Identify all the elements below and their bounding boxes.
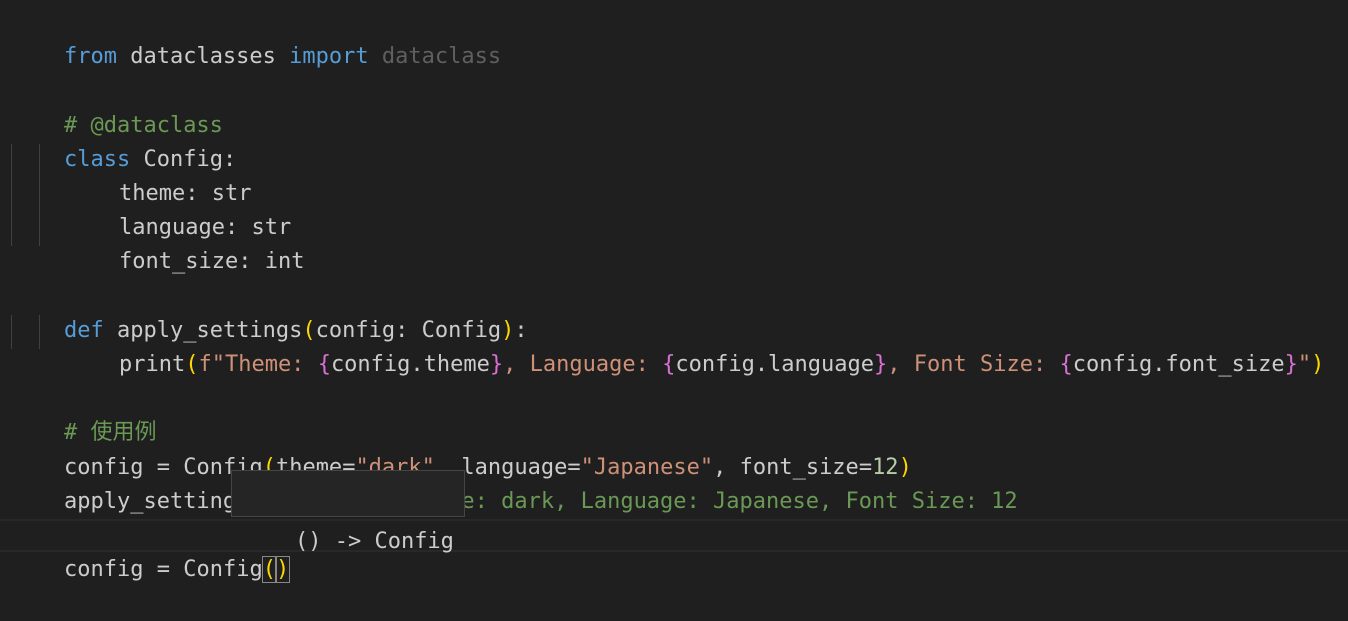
code-line[interactable]: print(f"Theme: {config.theme}, Language:…: [66, 314, 1324, 377]
string-token: f"Theme:: [198, 352, 318, 377]
comment-token: # Theme: dark, Language: Japanese, Font …: [381, 489, 1018, 514]
type-token: int: [264, 249, 305, 274]
bracket-token: }: [489, 352, 504, 377]
code-line[interactable]: from dataclasses import dataclass: [11, 6, 501, 69]
code-line[interactable]: theme: str: [66, 143, 251, 206]
unused-import-token: dataclass: [381, 44, 502, 69]
bracket-token: ): [1311, 352, 1325, 377]
string-token: , Language:: [503, 352, 663, 377]
bracket-token: }: [1284, 352, 1298, 377]
field-token: font_size: [118, 249, 239, 274]
expr-token: config.theme: [330, 352, 490, 377]
function-name-token: apply_settings: [63, 489, 250, 514]
code-line[interactable]: language: str: [66, 177, 291, 240]
string-token: , Font Size:: [887, 352, 1060, 377]
keyword-token: from: [63, 44, 117, 69]
bracket-token: (: [185, 352, 199, 377]
expr-token: config.font_size: [1072, 352, 1285, 377]
code-line[interactable]: config = Config(theme="dark", language="…: [11, 417, 912, 480]
code-line[interactable]: apply_settings(config) # Theme: dark, La…: [11, 451, 1018, 514]
keyword-token: import: [289, 44, 369, 69]
bracket-token: {: [1059, 352, 1073, 377]
code-editor[interactable]: from dataclasses import dataclass # @dat…: [0, 0, 1348, 583]
signature-text: () -> Config: [294, 529, 454, 554]
function-name-token: print: [118, 352, 186, 377]
module-token: dataclasses: [130, 44, 276, 69]
code-line[interactable]: # @dataclass: [11, 75, 223, 138]
code-line[interactable]: class Config:: [11, 109, 236, 172]
bracket-token: {: [317, 352, 331, 377]
signature-help-tooltip: () -> Config: [231, 470, 465, 554]
code-line[interactable]: def apply_settings(config: Config):: [11, 280, 528, 343]
bracket-token: {: [662, 352, 676, 377]
code-line[interactable]: font_size: int: [66, 211, 304, 274]
bracket-token: }: [874, 352, 888, 377]
expr-token: config.language: [675, 352, 875, 377]
code-line[interactable]: # 使用例: [11, 382, 157, 445]
string-token: ": [1297, 352, 1312, 377]
variable-token: config: [63, 557, 144, 582]
